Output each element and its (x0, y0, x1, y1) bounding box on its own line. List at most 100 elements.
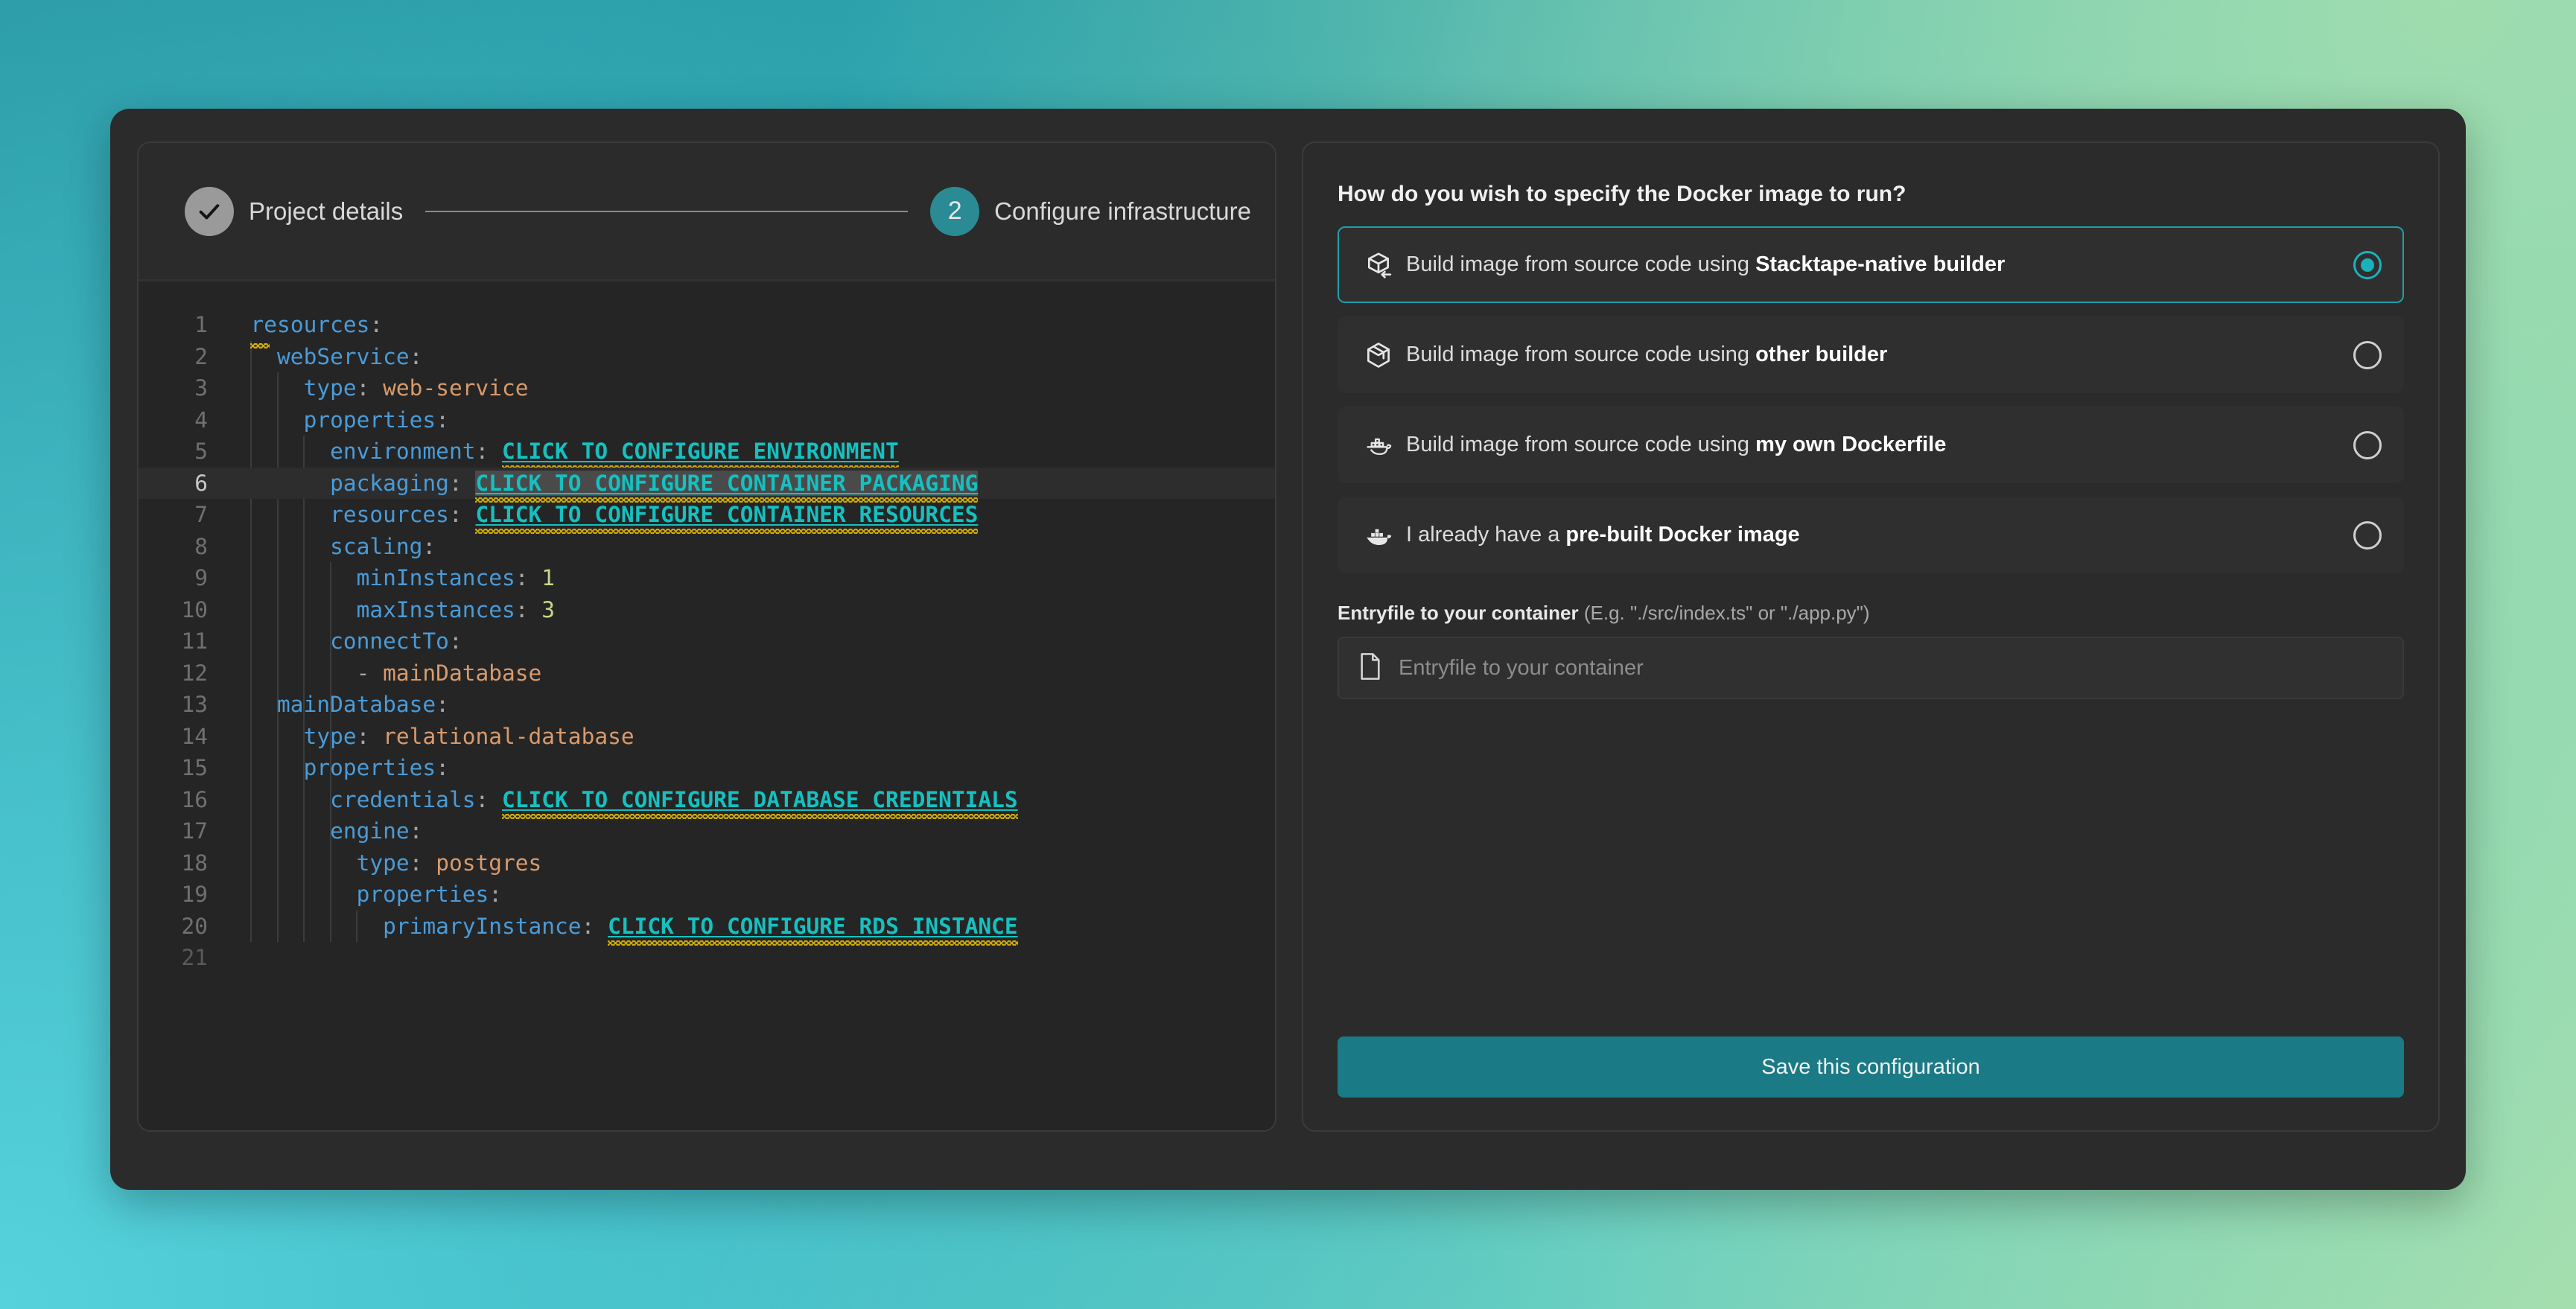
line-number: 8 (194, 533, 208, 559)
code-token: : (436, 755, 449, 780)
code-line: 18 type: postgres (139, 847, 1275, 879)
entryfile-label: Entryfile to your container (E.g. "./src… (1338, 602, 2404, 625)
code-token: resources (330, 502, 449, 527)
click-to-configure-link[interactable]: CLICK TO CONFIGURE CONTAINER RESOURCES (475, 502, 979, 534)
docker-image-option-label: I already have a pre-built Docker image (1406, 523, 1800, 547)
radio-button[interactable] (2353, 430, 2382, 459)
step-2-status-circle: 2 (930, 186, 980, 236)
step-project-details[interactable]: Project details (185, 186, 403, 236)
line-number: 21 (181, 945, 208, 970)
code-token: : (356, 375, 384, 401)
code-token: : (448, 502, 476, 527)
radio-button[interactable] (2353, 250, 2382, 279)
code-line-content: primaryInstance: CLICK TO CONFIGURE RDS … (224, 911, 1275, 946)
code-token: credentials (330, 786, 476, 812)
code-line: 1 resources: (139, 309, 1275, 348)
docker-image-option[interactable]: Build image from source code using other… (1338, 316, 2404, 393)
package-box-icon (1361, 341, 1396, 369)
code-token: properties (303, 407, 436, 433)
code-token: engine (330, 818, 410, 844)
code-line: 3 type: web-service (139, 372, 1275, 404)
code-token: : (581, 913, 608, 939)
code-line-content: mainDatabase: (224, 689, 1275, 721)
docker-image-option[interactable]: I already have a pre-built Docker image (1338, 497, 2404, 573)
code-line: 20 primaryInstance: CLICK TO CONFIGURE R… (139, 911, 1275, 946)
code-line: 17 engine: (139, 815, 1275, 847)
click-to-configure-link[interactable]: CLICK TO CONFIGURE ENVIRONMENT (502, 439, 899, 471)
radio-button[interactable] (2353, 520, 2382, 550)
code-token: webService (277, 343, 410, 369)
line-number: 18 (181, 850, 208, 876)
code-line-content: environment: CLICK TO CONFIGURE ENVIRONM… (224, 436, 1275, 471)
code-token: : (409, 343, 423, 369)
code-line: 19 properties: (139, 879, 1275, 911)
click-to-configure-link[interactable]: CLICK TO CONFIGURE DATABASE CREDENTIALS (502, 787, 1018, 819)
code-line-content: scaling: (224, 531, 1275, 563)
code-line: 10 maxInstances: 3 (139, 594, 1275, 626)
code-token: : (515, 565, 542, 590)
code-line: 16 credentials: CLICK TO CONFIGURE DATAB… (139, 784, 1275, 819)
code-line-content: resources: CLICK TO CONFIGURE CONTAINER … (224, 499, 1275, 534)
code-token: properties (303, 755, 436, 780)
code-token: connectTo (330, 628, 449, 654)
code-token: - (356, 660, 384, 686)
code-line-content: properties: (224, 752, 1275, 784)
code-line-content: properties: (224, 879, 1275, 911)
code-line-content: type: relational-database (224, 721, 1275, 753)
code-token: postgres (436, 850, 542, 876)
code-token: environment (330, 439, 476, 464)
stepper-connector (425, 210, 909, 212)
code-line-content: webService: (224, 341, 1275, 373)
code-token: web-service (383, 375, 529, 401)
line-number: 17 (181, 818, 208, 844)
entryfile-label-text: Entryfile to your container (1338, 602, 1579, 624)
code-token: 3 (541, 596, 556, 622)
code-token: : (475, 786, 502, 812)
docker-image-question: How do you wish to specify the Docker im… (1338, 182, 1906, 206)
code-line: 13 mainDatabase: (139, 689, 1275, 721)
docker-image-option-label: Build image from source code using my ow… (1406, 433, 1947, 456)
click-to-configure-link[interactable]: CLICK TO CONFIGURE CONTAINER PACKAGING (475, 470, 979, 503)
line-number: 20 (181, 913, 208, 939)
entryfile-input-wrapper[interactable] (1338, 637, 2404, 699)
line-number: 10 (181, 596, 208, 622)
code-token: : (369, 312, 384, 337)
code-line: 21 (139, 942, 1275, 974)
stepper: Project details 2 Configure infrastructu… (139, 143, 1275, 281)
code-token: : (422, 533, 436, 559)
code-line-content: minInstances: 1 (224, 562, 1275, 594)
click-to-configure-link[interactable]: CLICK TO CONFIGURE RDS INSTANCE (608, 914, 1018, 946)
line-number: 4 (194, 407, 208, 433)
radio-button[interactable] (2353, 340, 2382, 369)
line-number: 13 (181, 692, 208, 717)
code-line-content: connectTo: (224, 625, 1275, 657)
code-line-content: engine: (224, 815, 1275, 847)
code-line-content: packaging: CLICK TO CONFIGURE CONTAINER … (224, 468, 1275, 503)
line-number: 2 (194, 343, 208, 369)
yaml-code-editor[interactable]: 1 resources: 2 webService: 3 type: web-ser… (139, 282, 1275, 1130)
code-token: : (356, 723, 384, 749)
line-number: 15 (181, 755, 208, 780)
docker-whale-icon (1361, 520, 1396, 550)
docker-image-option-label: Build image from source code using other… (1406, 343, 1888, 366)
docker-image-option[interactable]: Build image from source code using my ow… (1338, 407, 2404, 483)
step-configure-infrastructure[interactable]: 2 Configure infrastructure (930, 186, 1251, 236)
code-line: 15 properties: (139, 752, 1275, 784)
code-line: 4 properties: (139, 404, 1275, 436)
code-token: resources (250, 312, 370, 337)
app-window: Project details 2 Configure infrastructu… (110, 109, 2466, 1190)
check-icon (199, 203, 220, 219)
docker-image-option[interactable]: Build image from source code using Stack… (1338, 226, 2404, 303)
entryfile-input[interactable] (1399, 655, 2383, 681)
code-token: type (303, 723, 357, 749)
code-line: 6 packaging: CLICK TO CONFIGURE CONTAINE… (139, 467, 1275, 503)
code-token: properties (356, 882, 489, 907)
line-number: 7 (194, 502, 208, 527)
right-panel-spacer (1338, 699, 2404, 1036)
code-token: : (448, 628, 462, 654)
save-configuration-button[interactable]: Save this configuration (1338, 1036, 2404, 1098)
code-token: primaryInstance (383, 913, 582, 939)
line-number: 16 (181, 786, 208, 812)
code-token: : (436, 692, 449, 717)
code-token: type (303, 375, 357, 401)
